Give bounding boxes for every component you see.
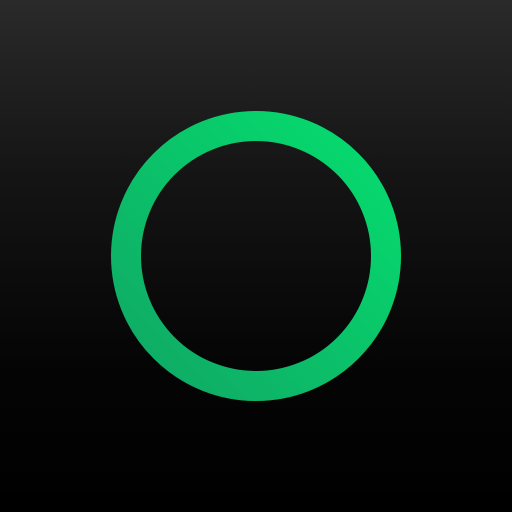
ring-circle	[111, 111, 401, 401]
app-icon-background	[0, 0, 512, 512]
ring-icon-graphic	[111, 111, 401, 401]
ring-icon	[0, 0, 512, 512]
